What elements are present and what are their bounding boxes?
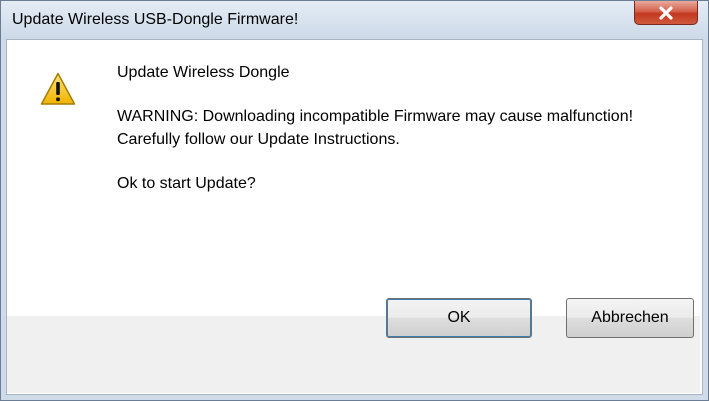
close-icon: [659, 5, 673, 20]
warning-icon: [40, 72, 76, 105]
ok-button[interactable]: OK: [386, 298, 532, 338]
title-bar[interactable]: Update Wireless USB-Dongle Firmware!: [1, 1, 708, 40]
instructions-text: Carefully follow our Update Instructions…: [117, 131, 400, 148]
window-title: Update Wireless USB-Dongle Firmware!: [12, 11, 299, 28]
message-text: Update Wireless Dongle WARNING: Download…: [117, 61, 677, 195]
warning-text: WARNING: Downloading incompatible Firmwa…: [117, 108, 634, 125]
close-button[interactable]: [634, 1, 698, 25]
message-heading: Update Wireless Dongle: [117, 64, 290, 81]
confirm-question: Ok to start Update?: [117, 175, 256, 192]
cancel-button[interactable]: Abbrechen: [566, 298, 694, 338]
